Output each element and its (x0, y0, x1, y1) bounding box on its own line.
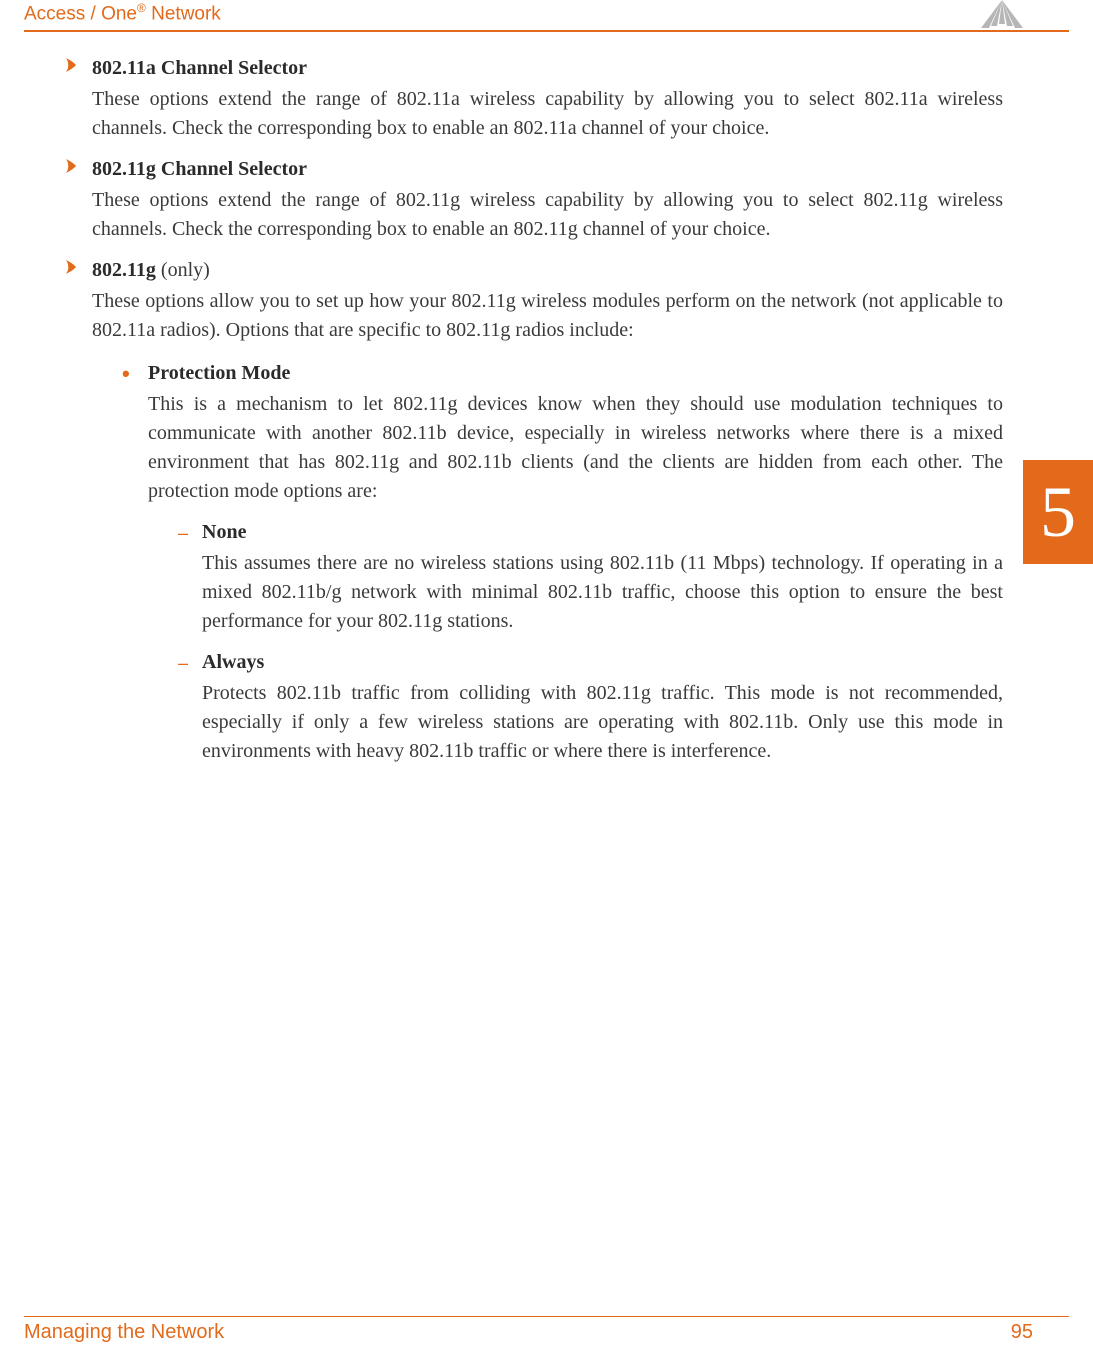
chapter-tab: 5 (1023, 460, 1093, 564)
list-item-text: These options extend the range of 802.11… (92, 85, 1003, 143)
list-item-title: 802.11g (only) (92, 256, 1003, 285)
list-item: 802.11g Channel Selector These options e… (64, 155, 1003, 244)
content-area: 802.11a Channel Selector These options e… (64, 54, 1003, 1299)
dash-item-title: None (202, 518, 1003, 547)
sub-list: • Protection Mode This is a mechanism to… (92, 359, 1003, 778)
list-item-text: These options extend the range of 802.11… (92, 186, 1003, 244)
dash-list: – None This assumes there are no wireles… (148, 518, 1003, 766)
chapter-number: 5 (1040, 460, 1076, 564)
dash-item-title: Always (202, 648, 1003, 677)
sub-list-item: • Protection Mode This is a mechanism to… (122, 359, 1003, 778)
list-item: 802.11a Channel Selector These options e… (64, 54, 1003, 143)
list-item-title: 802.11g Channel Selector (92, 155, 1003, 184)
bullet-icon (64, 54, 92, 74)
header-divider (24, 30, 1069, 32)
sub-item-title: Protection Mode (148, 359, 1003, 388)
dash-bullet-icon: – (178, 648, 202, 766)
dash-item-text: This assumes there are no wireless stati… (202, 549, 1003, 636)
dash-list-item: – None This assumes there are no wireles… (178, 518, 1003, 636)
list-item: 802.11g (only) These options allow you t… (64, 256, 1003, 790)
dash-list-item: – Always Protects 802.11b traffic from c… (178, 648, 1003, 766)
brand-mark-icon (975, 0, 1029, 28)
bullet-icon (64, 256, 92, 276)
product-prefix: Access / One (24, 3, 137, 24)
registered-mark: ® (137, 1, 146, 15)
page-header: Access / One® Network (24, 0, 1029, 28)
footer-page-number: 95 (1011, 1318, 1033, 1347)
product-suffix: Network (146, 3, 221, 24)
dash-bullet-icon: – (178, 518, 202, 636)
product-name: Access / One® Network (24, 0, 221, 28)
bullet-icon (64, 155, 92, 175)
list-item-title: 802.11a Channel Selector (92, 54, 1003, 83)
page-footer: Managing the Network 95 (24, 1318, 1033, 1347)
dash-item-text: Protects 802.11b traffic from colliding … (202, 679, 1003, 766)
dot-bullet-icon: • (122, 359, 148, 778)
footer-divider (24, 1316, 1069, 1318)
page: Access / One® Network (0, 0, 1093, 1361)
list-item-text: These options allow you to set up how yo… (92, 287, 1003, 345)
footer-section: Managing the Network (24, 1318, 224, 1347)
sub-item-text: This is a mechanism to let 802.11g devic… (148, 390, 1003, 506)
